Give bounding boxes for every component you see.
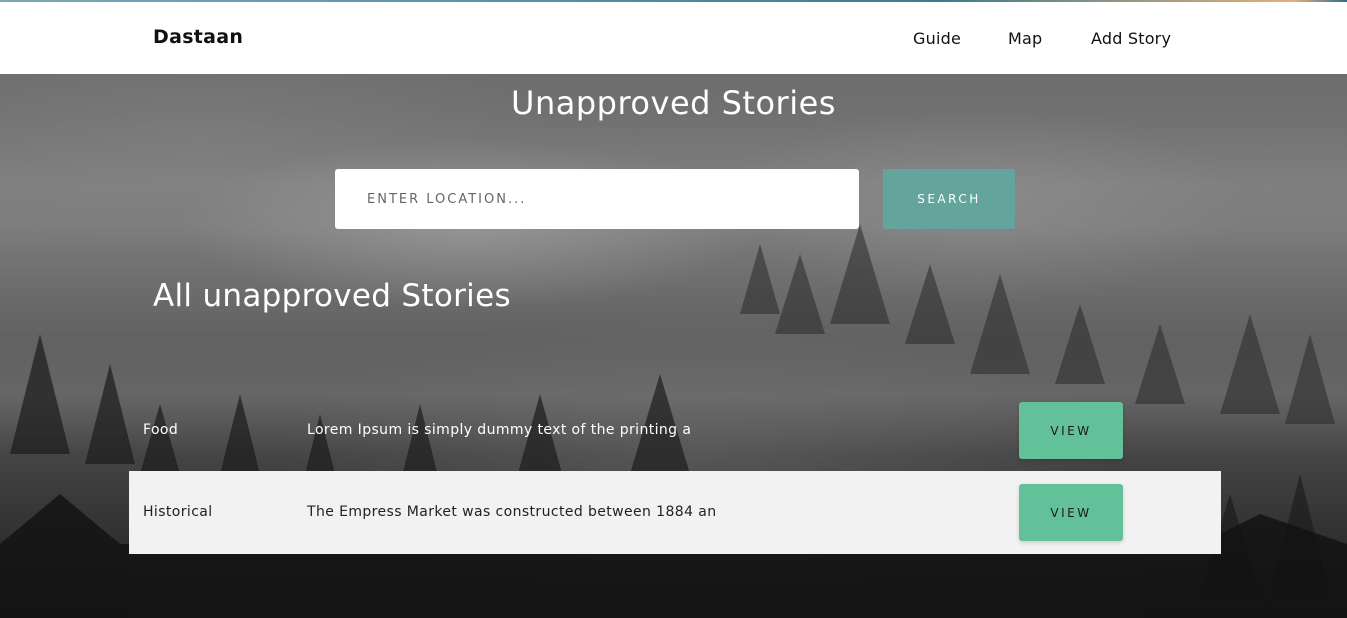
nav-link-map[interactable]: Map: [1008, 29, 1042, 48]
location-search-input[interactable]: [335, 169, 859, 229]
nav-link-add-story[interactable]: Add Story: [1091, 29, 1171, 48]
story-excerpt: The Empress Market was constructed betwe…: [307, 504, 717, 520]
section-heading: All unapproved Stories: [153, 278, 511, 314]
story-category: Food: [143, 422, 179, 438]
story-row: Historical The Empress Market was constr…: [129, 471, 1221, 554]
search-button[interactable]: SEARCH: [883, 169, 1015, 229]
page-title: Unapproved Stories: [511, 84, 836, 122]
view-story-button[interactable]: VIEW: [1019, 402, 1123, 459]
story-category: Historical: [143, 504, 213, 520]
story-row: Food Lorem Ipsum is simply dummy text of…: [129, 389, 1221, 472]
view-story-button[interactable]: VIEW: [1019, 484, 1123, 541]
brand-logo[interactable]: Dastaan: [153, 26, 243, 48]
story-excerpt: Lorem Ipsum is simply dummy text of the …: [307, 422, 692, 438]
nav-link-guide[interactable]: Guide: [913, 29, 961, 48]
navbar: Dastaan Guide Map Add Story: [0, 2, 1347, 74]
